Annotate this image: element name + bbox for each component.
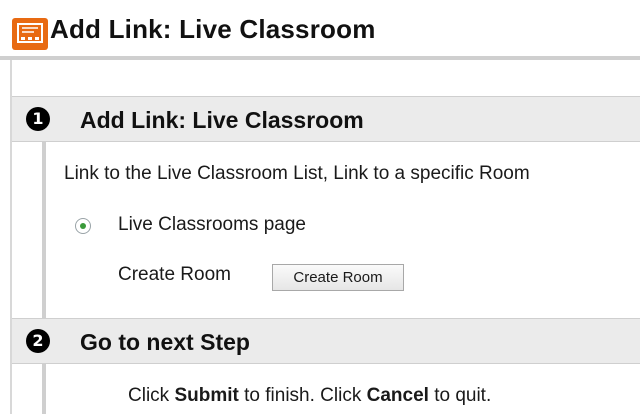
step-1-rail [42,141,46,318]
create-room-button[interactable]: Create Room [272,264,404,291]
radio-selected-dot [80,223,86,229]
page-title: Add Link: Live Classroom [50,14,376,44]
step-2-number-icon: 2 [26,329,50,353]
step-2-rail [42,363,46,414]
instruction-text-1: Click [128,385,175,406]
live-classrooms-page-radio-label[interactable]: Live Classrooms page [118,214,306,236]
step-1-title: Add Link: Live Classroom [80,107,364,133]
live-classroom-icon [12,18,48,50]
live-classrooms-page-radio[interactable] [75,218,91,234]
instruction-cancel: Cancel [366,385,429,406]
create-room-label: Create Room [118,264,231,285]
title-divider [0,56,640,60]
step-2-header: 2 Go to next Step [12,318,640,364]
instruction-text-3: to quit. [428,385,492,406]
instruction-text-2: to finish. Click [238,385,367,406]
instruction-submit: Submit [174,385,239,406]
step-1-description: Link to the Live Classroom List, Link to… [64,163,530,184]
add-link-page: Add Link: Live Classroom 1 Add Link: Liv… [0,0,640,414]
step-2-title: Go to next Step [80,329,250,355]
step-2-instruction: Click Submit to finish. Click Cancel to … [128,385,491,407]
step-1-header: 1 Add Link: Live Classroom [12,96,640,142]
step-1-number-icon: 1 [26,107,50,131]
